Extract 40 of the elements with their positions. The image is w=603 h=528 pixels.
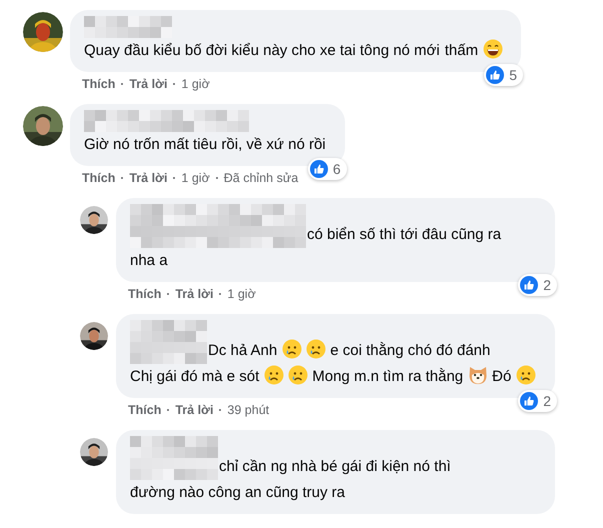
reaction-count[interactable]: 6 [308,158,347,180]
comment-text: thấm [444,41,478,61]
comment-text: Chị gái đó mà e sót [130,367,260,387]
comment-text: đường nào công an cũng truy ra [130,483,346,503]
comment-text: chỉ cần ng nhà bé gái đi kiện nó thì [219,457,451,477]
comment-time[interactable]: 39 phút [227,402,270,418]
comment-text: Quay đầu kiểu bố đời kiểu này cho xe tai tông nó mới [84,41,440,61]
reply-link[interactable]: Trả lời [129,76,168,92]
reaction-count[interactable]: 2 [518,274,557,296]
comment-text: Đó [492,367,512,387]
dog-face-icon [468,365,488,385]
thumbs-up-icon [486,66,504,84]
comment-text: Mong m.n tìm ra thằng [312,367,464,387]
comment-text: có biển số thì tới đâu cũng ra [307,225,502,245]
crying-face-icon [282,339,302,359]
thumbs-up-icon [310,160,328,178]
thumbs-up-icon [520,276,538,294]
edited-label: Đã chỉnh sửa [224,170,298,186]
crying-face-icon [306,339,326,359]
grinning-face-icon [483,39,504,59]
comment-text: Dc hả Anh [208,341,278,361]
like-link[interactable]: Thích [128,286,162,302]
reaction-count[interactable]: 2 [518,390,557,412]
like-link[interactable]: Thích [82,170,116,186]
comment-time[interactable]: 1 giờ [181,76,210,92]
reply-link[interactable]: Trả lời [129,170,168,186]
reply-link[interactable]: Trả lời [175,402,214,418]
comment-text: Giờ nó trốn mất tiêu rồi, về xứ nó rồi [84,135,326,155]
comment-text: e coi thằng chó đó đánh [330,341,490,361]
comment-time[interactable]: 1 giờ [181,170,210,186]
crying-face-icon [288,365,308,385]
comment-text: nha a [130,251,168,271]
comment-time[interactable]: 1 giờ [227,286,256,302]
like-link[interactable]: Thích [128,402,162,418]
reaction-count[interactable]: 5 [484,64,524,86]
reply-link[interactable]: Trả lời [175,286,214,302]
crying-face-icon [264,365,284,385]
like-link[interactable]: Thích [82,76,116,92]
crying-face-icon [516,365,536,385]
thumbs-up-icon [520,392,538,410]
